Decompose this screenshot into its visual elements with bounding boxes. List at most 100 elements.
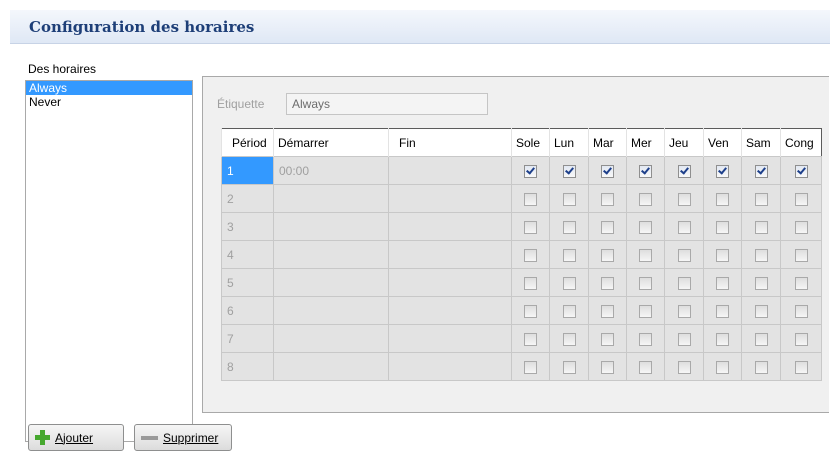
day-cell-wed[interactable] [626, 296, 665, 325]
add-button[interactable]: Ajouter [28, 424, 124, 451]
day-checkbox-wed[interactable] [639, 332, 652, 346]
day-cell-fri[interactable] [703, 324, 742, 353]
column-header-thu[interactable]: Jeu [664, 128, 704, 157]
day-cell-sun[interactable] [511, 240, 550, 269]
day-cell-holiday[interactable] [780, 268, 822, 297]
table-row[interactable]: 5 [221, 268, 822, 297]
day-checkbox-wed[interactable] [639, 304, 652, 318]
day-cell-sat[interactable] [741, 240, 781, 269]
day-cell-holiday[interactable] [780, 324, 822, 353]
end-cell[interactable] [388, 296, 512, 325]
day-cell-fri[interactable] [703, 352, 742, 381]
day-checkbox-sat[interactable] [754, 164, 768, 178]
day-cell-thu[interactable] [664, 296, 704, 325]
day-cell-mon[interactable] [549, 212, 589, 241]
day-cell-wed[interactable] [626, 156, 665, 185]
day-cell-fri[interactable] [703, 184, 742, 213]
table-row[interactable]: 7 [221, 324, 822, 353]
day-checkbox-tue[interactable] [601, 332, 614, 346]
column-header-end[interactable]: Fin [388, 128, 512, 157]
day-checkbox-sun[interactable] [524, 360, 537, 374]
day-cell-holiday[interactable] [780, 296, 822, 325]
day-cell-thu[interactable] [664, 156, 704, 185]
table-row[interactable]: 2 [221, 184, 822, 213]
day-checkbox-holiday[interactable] [794, 360, 808, 374]
day-cell-sat[interactable] [741, 352, 781, 381]
day-cell-mon[interactable] [549, 156, 589, 185]
day-checkbox-sat[interactable] [754, 332, 768, 346]
end-cell[interactable] [388, 268, 512, 297]
period-cell[interactable]: 7 [221, 324, 274, 353]
day-checkbox-sun[interactable] [524, 332, 537, 346]
day-cell-sun[interactable] [511, 184, 550, 213]
day-cell-tue[interactable] [588, 296, 627, 325]
day-cell-tue[interactable] [588, 268, 627, 297]
day-cell-sat[interactable] [741, 156, 781, 185]
day-checkbox-thu[interactable] [677, 304, 691, 318]
day-checkbox-tue[interactable] [601, 360, 614, 374]
day-cell-sat[interactable] [741, 212, 781, 241]
day-cell-holiday[interactable] [780, 212, 822, 241]
day-cell-wed[interactable] [626, 324, 665, 353]
day-checkbox-holiday[interactable] [794, 248, 808, 262]
end-cell[interactable] [388, 156, 512, 185]
day-checkbox-mon[interactable] [562, 220, 576, 234]
table-row[interactable]: 6 [221, 296, 822, 325]
column-header-sat[interactable]: Sam [741, 128, 781, 157]
day-checkbox-tue[interactable] [601, 248, 614, 262]
day-cell-sat[interactable] [741, 268, 781, 297]
day-checkbox-mon[interactable] [562, 304, 576, 318]
day-checkbox-sun[interactable] [524, 164, 537, 178]
day-checkbox-sat[interactable] [754, 304, 768, 318]
day-cell-sat[interactable] [741, 296, 781, 325]
day-cell-sat[interactable] [741, 324, 781, 353]
day-checkbox-thu[interactable] [677, 220, 691, 234]
day-checkbox-mon[interactable] [562, 248, 576, 262]
day-cell-sun[interactable] [511, 352, 550, 381]
day-cell-wed[interactable] [626, 184, 665, 213]
day-checkbox-sun[interactable] [524, 248, 537, 262]
start-cell[interactable] [273, 184, 389, 213]
day-checkbox-holiday[interactable] [794, 304, 808, 318]
start-cell[interactable] [273, 296, 389, 325]
day-checkbox-tue[interactable] [601, 276, 614, 290]
column-header-tue[interactable]: Mar [588, 128, 627, 157]
start-cell[interactable]: 00:00 [273, 156, 389, 185]
day-cell-tue[interactable] [588, 324, 627, 353]
column-header-holiday[interactable]: Cong [780, 128, 822, 157]
day-checkbox-mon[interactable] [562, 332, 576, 346]
day-checkbox-fri[interactable] [716, 220, 729, 234]
day-checkbox-wed[interactable] [639, 360, 652, 374]
day-checkbox-thu[interactable] [677, 360, 691, 374]
day-cell-thu[interactable] [664, 240, 704, 269]
period-cell[interactable]: 6 [221, 296, 274, 325]
start-cell[interactable] [273, 212, 389, 241]
day-checkbox-fri[interactable] [716, 332, 729, 346]
day-cell-thu[interactable] [664, 268, 704, 297]
day-checkbox-thu[interactable] [677, 276, 691, 290]
day-cell-mon[interactable] [549, 268, 589, 297]
end-cell[interactable] [388, 212, 512, 241]
day-checkbox-tue[interactable] [601, 220, 614, 234]
day-cell-tue[interactable] [588, 212, 627, 241]
day-cell-mon[interactable] [549, 240, 589, 269]
day-checkbox-sat[interactable] [754, 360, 768, 374]
day-cell-sun[interactable] [511, 212, 550, 241]
day-checkbox-holiday[interactable] [794, 192, 808, 206]
day-cell-mon[interactable] [549, 324, 589, 353]
table-row[interactable]: 8 [221, 352, 822, 381]
period-cell[interactable]: 5 [221, 268, 274, 297]
period-cell[interactable]: 4 [221, 240, 274, 269]
day-cell-fri[interactable] [703, 156, 742, 185]
day-cell-thu[interactable] [664, 184, 704, 213]
day-checkbox-sun[interactable] [524, 192, 537, 206]
day-cell-sun[interactable] [511, 268, 550, 297]
day-cell-mon[interactable] [549, 184, 589, 213]
day-cell-holiday[interactable] [780, 156, 822, 185]
start-cell[interactable] [273, 268, 389, 297]
day-cell-tue[interactable] [588, 156, 627, 185]
day-checkbox-tue[interactable] [601, 192, 614, 206]
end-cell[interactable] [388, 324, 512, 353]
day-cell-holiday[interactable] [780, 184, 822, 213]
day-checkbox-mon[interactable] [562, 276, 576, 290]
